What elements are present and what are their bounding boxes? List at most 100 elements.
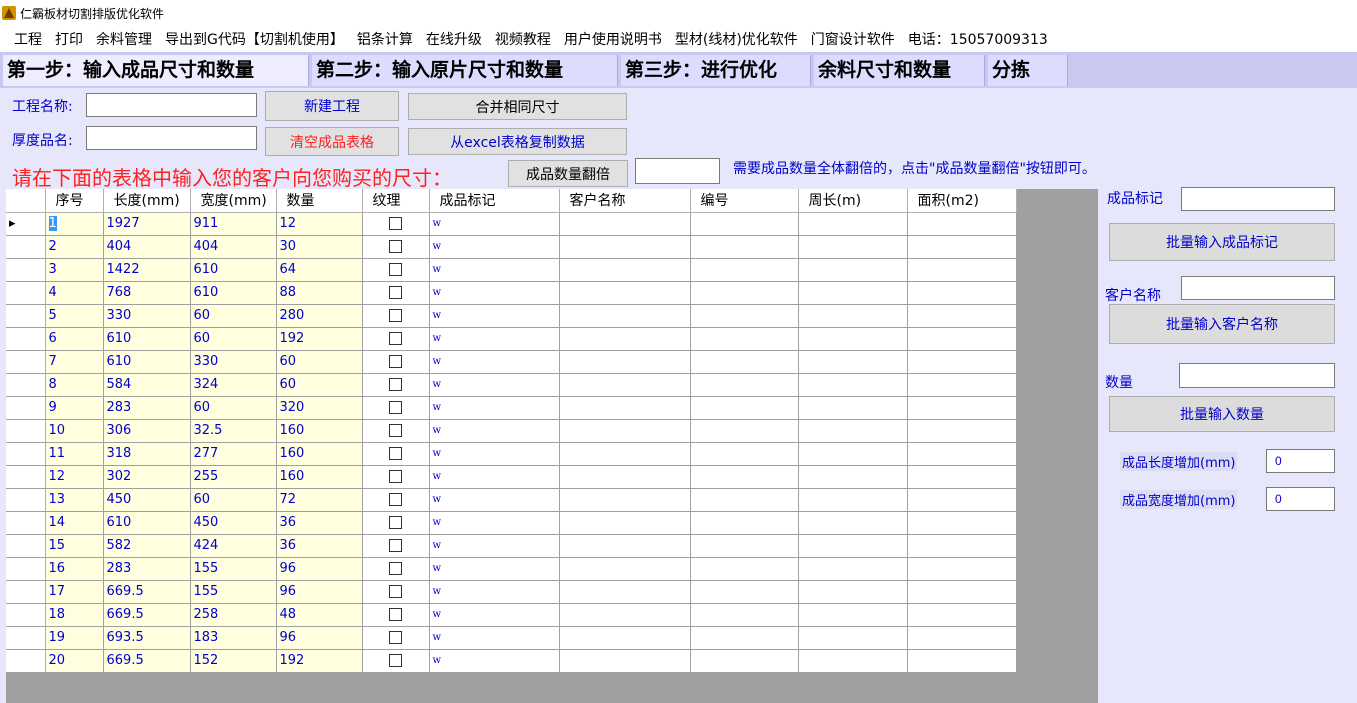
mark-cell[interactable]: w bbox=[429, 373, 560, 397]
width-cell[interactable]: 255 bbox=[190, 465, 277, 489]
row-header[interactable] bbox=[6, 603, 46, 627]
area-cell[interactable] bbox=[907, 419, 1017, 443]
column-header[interactable]: 长度(mm) bbox=[103, 189, 191, 213]
customer-cell[interactable] bbox=[559, 511, 691, 535]
menu-window-design[interactable]: 门窗设计软件 bbox=[811, 29, 895, 49]
column-header[interactable]: 周长(m) bbox=[798, 189, 908, 213]
table-row[interactable]: 10 306 32.5 160 w bbox=[6, 419, 1017, 443]
grain-checkbox-cell[interactable] bbox=[362, 603, 430, 627]
seq-cell[interactable]: 2 bbox=[45, 235, 104, 259]
qty-cell[interactable]: 36 bbox=[276, 534, 363, 558]
grain-checkbox[interactable] bbox=[389, 424, 402, 437]
area-cell[interactable] bbox=[907, 373, 1017, 397]
row-header[interactable] bbox=[6, 327, 46, 351]
perimeter-cell[interactable] bbox=[798, 327, 908, 351]
qty-cell[interactable]: 64 bbox=[276, 258, 363, 282]
length-cell[interactable]: 582 bbox=[103, 534, 191, 558]
seq-cell[interactable]: 18 bbox=[45, 603, 104, 627]
tab-step3[interactable]: 第三步：进行优化 bbox=[621, 55, 811, 86]
qty-cell[interactable]: 96 bbox=[276, 626, 363, 650]
customer-cell[interactable] bbox=[559, 580, 691, 604]
row-header[interactable] bbox=[6, 350, 46, 374]
grain-checkbox-cell[interactable] bbox=[362, 235, 430, 259]
length-add-input[interactable] bbox=[1266, 449, 1335, 473]
mark-cell[interactable]: w bbox=[429, 557, 560, 581]
perimeter-cell[interactable] bbox=[798, 373, 908, 397]
perimeter-cell[interactable] bbox=[798, 304, 908, 328]
table-row[interactable]: 3 1422 610 64 w bbox=[6, 258, 1017, 282]
code-cell[interactable] bbox=[690, 649, 799, 673]
tab-remnant[interactable]: 余料尺寸和数量 bbox=[814, 55, 985, 86]
code-cell[interactable] bbox=[690, 396, 799, 420]
customer-cell[interactable] bbox=[559, 442, 691, 466]
customer-cell[interactable] bbox=[559, 465, 691, 489]
code-cell[interactable] bbox=[690, 626, 799, 650]
area-cell[interactable] bbox=[907, 603, 1017, 627]
mark-cell[interactable]: w bbox=[429, 304, 560, 328]
qty-cell[interactable]: 160 bbox=[276, 419, 363, 443]
length-cell[interactable]: 302 bbox=[103, 465, 191, 489]
perimeter-cell[interactable] bbox=[798, 235, 908, 259]
qty-input[interactable] bbox=[1179, 363, 1335, 388]
code-cell[interactable] bbox=[690, 304, 799, 328]
grain-checkbox[interactable] bbox=[389, 286, 402, 299]
area-cell[interactable] bbox=[907, 557, 1017, 581]
area-cell[interactable] bbox=[907, 580, 1017, 604]
seq-cell[interactable]: 6 bbox=[45, 327, 104, 351]
customer-cell[interactable] bbox=[559, 396, 691, 420]
grain-checkbox-cell[interactable] bbox=[362, 649, 430, 673]
perimeter-cell[interactable] bbox=[798, 419, 908, 443]
table-row[interactable]: 16 283 155 96 w bbox=[6, 557, 1017, 581]
width-cell[interactable]: 155 bbox=[190, 580, 277, 604]
mark-cell[interactable]: w bbox=[429, 534, 560, 558]
grain-checkbox[interactable] bbox=[389, 562, 402, 575]
table-row[interactable]: 20 669.5 152 192 w bbox=[6, 649, 1017, 673]
area-cell[interactable] bbox=[907, 350, 1017, 374]
qty-cell[interactable]: 36 bbox=[276, 511, 363, 535]
column-header[interactable]: 成品标记 bbox=[429, 189, 560, 213]
menu-project[interactable]: 工程 bbox=[14, 29, 42, 49]
menu-online-upgrade[interactable]: 在线升级 bbox=[426, 29, 482, 49]
perimeter-cell[interactable] bbox=[798, 212, 908, 236]
perimeter-cell[interactable] bbox=[798, 350, 908, 374]
seq-cell[interactable]: 15 bbox=[45, 534, 104, 558]
customer-cell[interactable] bbox=[559, 419, 691, 443]
area-cell[interactable] bbox=[907, 212, 1017, 236]
seq-cell[interactable]: 4 bbox=[45, 281, 104, 305]
seq-cell[interactable]: 13 bbox=[45, 488, 104, 512]
area-cell[interactable] bbox=[907, 258, 1017, 282]
width-cell[interactable]: 277 bbox=[190, 442, 277, 466]
grain-checkbox-cell[interactable] bbox=[362, 304, 430, 328]
code-cell[interactable] bbox=[690, 327, 799, 351]
qty-cell[interactable]: 192 bbox=[276, 649, 363, 673]
qty-cell[interactable]: 160 bbox=[276, 465, 363, 489]
customer-cell[interactable] bbox=[559, 649, 691, 673]
width-cell[interactable]: 183 bbox=[190, 626, 277, 650]
customer-cell[interactable] bbox=[559, 304, 691, 328]
width-cell[interactable]: 60 bbox=[190, 396, 277, 420]
grain-checkbox[interactable] bbox=[389, 631, 402, 644]
seq-cell[interactable]: 19 bbox=[45, 626, 104, 650]
table-row[interactable]: 13 450 60 72 w bbox=[6, 488, 1017, 512]
table-row[interactable]: 12 302 255 160 w bbox=[6, 465, 1017, 489]
table-row[interactable]: ▸ 1 1927 911 12 w bbox=[6, 212, 1017, 236]
table-row[interactable]: 5 330 60 280 w bbox=[6, 304, 1017, 328]
code-cell[interactable] bbox=[690, 511, 799, 535]
length-cell[interactable]: 693.5 bbox=[103, 626, 191, 650]
customer-cell[interactable] bbox=[559, 603, 691, 627]
seq-cell[interactable]: 11 bbox=[45, 442, 104, 466]
row-header[interactable] bbox=[6, 258, 46, 282]
product-grid[interactable]: 序号 长度(mm) 宽度(mm) 数量 纹理 成品标记 客户名称 编号 周长(m… bbox=[6, 189, 1098, 703]
length-cell[interactable]: 768 bbox=[103, 281, 191, 305]
area-cell[interactable] bbox=[907, 649, 1017, 673]
row-header[interactable] bbox=[6, 373, 46, 397]
area-cell[interactable] bbox=[907, 442, 1017, 466]
customer-input[interactable] bbox=[1181, 276, 1335, 300]
grain-checkbox-cell[interactable] bbox=[362, 350, 430, 374]
area-cell[interactable] bbox=[907, 626, 1017, 650]
length-cell[interactable]: 669.5 bbox=[103, 603, 191, 627]
column-header[interactable]: 编号 bbox=[690, 189, 799, 213]
row-header[interactable] bbox=[6, 580, 46, 604]
excel-copy-button[interactable]: 从excel表格复制数据 bbox=[408, 128, 627, 155]
perimeter-cell[interactable] bbox=[798, 534, 908, 558]
